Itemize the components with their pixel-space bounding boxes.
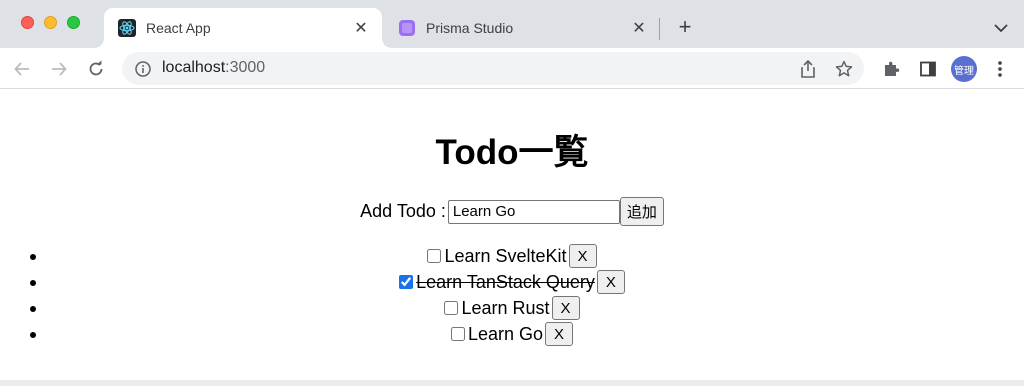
- tab-prisma-studio[interactable]: Prisma Studio ✕: [384, 8, 660, 48]
- bullet-icon: [30, 254, 36, 260]
- tab-separator: [659, 18, 660, 40]
- new-tab-button[interactable]: +: [674, 16, 696, 38]
- back-arrow-icon[interactable]: [10, 57, 34, 81]
- tab-react-app[interactable]: React App ✕: [95, 8, 391, 48]
- url-host: localhost: [162, 59, 226, 76]
- close-tab-icon[interactable]: ✕: [352, 19, 370, 37]
- add-todo-form: Add Todo : 追加: [0, 197, 1024, 226]
- delete-todo-button[interactable]: X: [568, 244, 597, 268]
- window-bottom-edge: [0, 380, 1024, 386]
- tab-strip: React App ✕ Prisma Studio ✕ +: [0, 0, 1024, 48]
- page-title: Todo一覧: [435, 133, 589, 172]
- more-menu-icon[interactable]: [988, 57, 1012, 81]
- todo-checkbox[interactable]: [444, 301, 459, 315]
- tab-search-chevron-icon[interactable]: [990, 18, 1012, 38]
- side-panel-icon[interactable]: [916, 57, 940, 81]
- minimize-window-button[interactable]: [44, 16, 57, 29]
- bullet-icon: [30, 306, 36, 312]
- bookmark-star-icon[interactable]: [832, 57, 856, 81]
- add-todo-button[interactable]: 追加: [619, 197, 664, 226]
- profile-avatar[interactable]: 管理: [951, 56, 977, 82]
- address-bar[interactable]: localhost:3000: [122, 52, 864, 85]
- share-icon[interactable]: [796, 57, 820, 81]
- todo-checkbox[interactable]: [450, 327, 465, 341]
- list-item: Learn TanStack Query X: [0, 269, 1024, 295]
- list-item: Learn SvelteKit X: [0, 243, 1024, 269]
- extensions-puzzle-icon[interactable]: [879, 57, 903, 81]
- url-port: :3000: [225, 59, 266, 76]
- react-logo-icon: [118, 19, 136, 37]
- bullet-icon: [30, 280, 36, 286]
- site-info-icon[interactable]: [134, 60, 152, 78]
- page-content: Todo一覧 Add Todo : 追加 Learn SvelteKit X L…: [0, 90, 1024, 380]
- todo-text: Learn Rust: [461, 297, 550, 318]
- list-item: Learn Go X: [0, 321, 1024, 347]
- bullet-icon: [30, 332, 36, 338]
- todo-checkbox[interactable]: [399, 275, 414, 289]
- todo-text: Learn SvelteKit: [444, 245, 567, 266]
- close-window-button[interactable]: [21, 16, 34, 29]
- add-todo-input[interactable]: [447, 199, 620, 224]
- close-tab-icon[interactable]: ✕: [630, 19, 648, 37]
- add-todo-label: Add Todo :: [360, 201, 446, 221]
- browser-toolbar: localhost:3000 管理: [0, 48, 1024, 89]
- reload-icon[interactable]: [84, 57, 108, 81]
- delete-todo-button[interactable]: X: [545, 322, 574, 346]
- tab-title: Prisma Studio: [426, 20, 514, 36]
- url-text: localhost:3000: [162, 59, 265, 77]
- todo-text: Learn Go: [467, 323, 544, 344]
- todo-checkbox[interactable]: [427, 249, 442, 263]
- todo-list: Learn SvelteKit X Learn TanStack Query X…: [0, 243, 1024, 347]
- delete-todo-button[interactable]: X: [551, 296, 580, 320]
- todo-text: Learn TanStack Query: [416, 271, 595, 292]
- tab-title: React App: [146, 20, 211, 36]
- zoom-window-button[interactable]: [67, 16, 80, 29]
- list-item: Learn Rust X: [0, 295, 1024, 321]
- forward-arrow-icon[interactable]: [47, 57, 71, 81]
- delete-todo-button[interactable]: X: [596, 270, 625, 294]
- prisma-logo-icon: [398, 19, 416, 37]
